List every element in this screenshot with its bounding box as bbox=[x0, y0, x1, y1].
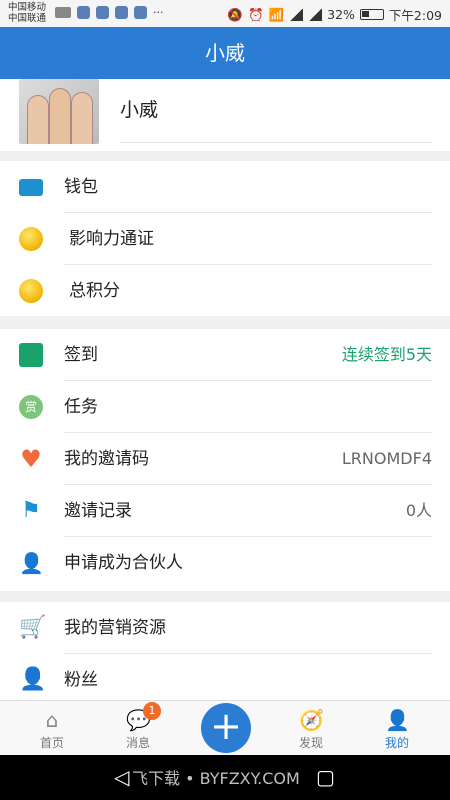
calendar-check-icon bbox=[19, 343, 43, 367]
menu-item-checkin[interactable]: 签到 连续签到5天 bbox=[0, 329, 450, 381]
menu-item-total-points[interactable]: 总积分 bbox=[0, 265, 450, 317]
tab-profile[interactable]: 👤 我的 bbox=[362, 701, 432, 756]
menu-item-label: 我的营销资源 bbox=[64, 618, 166, 638]
app-notification-icon bbox=[77, 6, 90, 19]
unread-badge: 1 bbox=[143, 702, 161, 720]
invite-code-value: LRNOMDF4 bbox=[341, 449, 432, 468]
menu-item-label: 粉丝 bbox=[64, 670, 98, 690]
tab-label: 发现 bbox=[298, 736, 323, 750]
menu-item-label: 签到 bbox=[64, 345, 98, 365]
profile-icon: 👤 bbox=[385, 708, 410, 732]
menu-item-marketing-resources[interactable]: 🛒 我的营销资源 bbox=[0, 602, 450, 654]
menu-group-tasks: 签到 连续签到5天 赏 任务 ♥ 我的邀请码 LRNOMDF4 ⚑ 邀请记录 0… bbox=[0, 329, 450, 591]
coin-icon bbox=[19, 227, 43, 251]
fans-icon: 👤 bbox=[19, 667, 47, 692]
battery-percent: 32% bbox=[327, 7, 355, 22]
profile-name: 小威 bbox=[120, 99, 159, 121]
watermark: 飞下载 • BYFZXY.COM bbox=[132, 769, 300, 788]
app-notification-icon bbox=[134, 6, 147, 19]
notification-icons: ··· bbox=[55, 6, 164, 19]
avatar[interactable] bbox=[19, 79, 99, 144]
home-icon: ⌂ bbox=[45, 708, 59, 732]
app-notification-icon bbox=[96, 6, 109, 19]
cart-icon: 🛒 bbox=[19, 615, 47, 640]
battery-icon bbox=[359, 9, 384, 20]
reward-icon: 赏 bbox=[19, 395, 43, 419]
menu-item-influence-token[interactable]: 影响力通证 bbox=[0, 213, 450, 265]
wallet-icon bbox=[19, 179, 43, 196]
menu-item-label: 影响力通证 bbox=[69, 229, 154, 249]
status-bar: 中国移动 中国联通 ··· 🔕 ⏰ 📶 32% 下午2:09 bbox=[0, 0, 450, 27]
menu-item-label: 我的邀请码 bbox=[64, 449, 149, 469]
tab-discover[interactable]: 🧭 发现 bbox=[276, 701, 346, 756]
tab-messages[interactable]: 💬 消息 1 bbox=[103, 701, 173, 756]
heart-icon: ♥ bbox=[20, 445, 42, 473]
system-status: 🔕 ⏰ 📶 32% 下午2:09 bbox=[227, 5, 442, 24]
menu-item-tasks[interactable]: 赏 任务 bbox=[0, 381, 450, 433]
page-title: 小威 bbox=[0, 27, 450, 79]
tab-home[interactable]: ⌂ 首页 bbox=[17, 701, 87, 756]
flag-icon: ⚑ bbox=[21, 498, 41, 523]
more-notifications-icon: ··· bbox=[153, 6, 164, 19]
recents-icon[interactable]: ▢ bbox=[316, 765, 335, 789]
shield-icon bbox=[115, 6, 128, 19]
tab-label: 消息 bbox=[125, 736, 150, 750]
menu-group-wallet: 钱包 影响力通证 总积分 bbox=[0, 161, 450, 316]
clock: 下午2:09 bbox=[388, 8, 442, 23]
signal-icon bbox=[308, 8, 323, 21]
carrier-1: 中国移动 bbox=[8, 2, 47, 13]
menu-item-label: 邀请记录 bbox=[64, 501, 132, 521]
tab-label: 我的 bbox=[384, 736, 409, 750]
compass-icon: 🧭 bbox=[299, 708, 324, 732]
star-coin-icon bbox=[19, 279, 43, 303]
menu-item-wallet[interactable]: 钱包 bbox=[0, 161, 450, 213]
tab-label: 首页 bbox=[39, 736, 64, 750]
menu-group-marketing: 🛒 我的营销资源 👤 粉丝 bbox=[0, 602, 450, 700]
carrier-info: 中国移动 中国联通 bbox=[8, 2, 46, 24]
hd-icon bbox=[55, 7, 71, 18]
checkin-streak: 连续签到5天 bbox=[341, 345, 432, 364]
invite-count: 0人 bbox=[405, 501, 432, 520]
alarm-icon: ⏰ bbox=[247, 6, 264, 22]
signal-icon bbox=[289, 8, 304, 21]
menu-item-label: 钱包 bbox=[64, 177, 98, 197]
add-user-icon: 👤 bbox=[19, 551, 44, 575]
carrier-2: 中国联通 bbox=[8, 13, 47, 24]
menu-item-fans[interactable]: 👤 粉丝 bbox=[0, 654, 450, 700]
mute-icon: 🔕 bbox=[227, 6, 243, 22]
menu-item-become-partner[interactable]: 👤 申请成为合伙人 bbox=[0, 537, 450, 589]
menu-item-label: 总积分 bbox=[69, 281, 120, 301]
add-button[interactable]: + bbox=[201, 703, 251, 753]
back-icon[interactable]: ◁ bbox=[114, 765, 129, 789]
menu-item-label: 申请成为合伙人 bbox=[64, 553, 183, 573]
divider bbox=[120, 142, 432, 143]
wifi-icon: 📶 bbox=[268, 6, 285, 22]
profile-header[interactable]: 小威 bbox=[0, 79, 450, 151]
menu-item-invite-code[interactable]: ♥ 我的邀请码 LRNOMDF4 bbox=[0, 433, 450, 485]
menu-item-invite-records[interactable]: ⚑ 邀请记录 0人 bbox=[0, 485, 450, 537]
menu-item-label: 任务 bbox=[64, 397, 98, 417]
